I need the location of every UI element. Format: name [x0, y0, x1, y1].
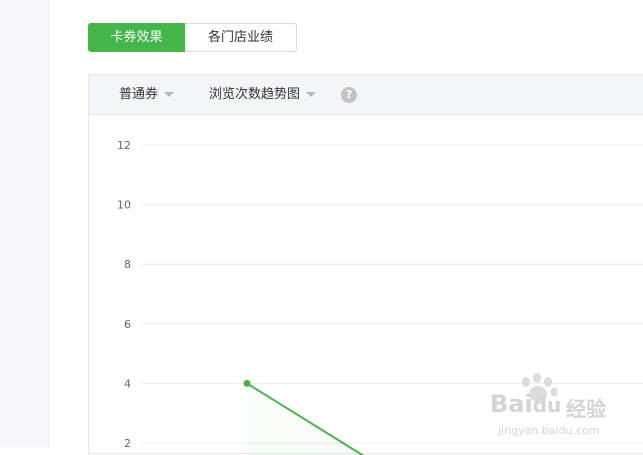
coupon-type-dropdown[interactable]: 普通券: [119, 75, 175, 114]
y-tick-label: 4: [124, 377, 131, 390]
y-tick-label: 6: [124, 318, 131, 331]
help-icon[interactable]: ?: [341, 87, 357, 103]
chevron-down-icon: [164, 92, 175, 97]
tab-store-performance[interactable]: 各门店业绩: [185, 23, 297, 52]
data-point[interactable]: [243, 379, 251, 387]
left-sidebar: [0, 0, 49, 447]
chevron-down-icon: [306, 92, 317, 97]
metric-label: 浏览次数趋势图: [209, 86, 301, 102]
watermark-suffix: 经验: [566, 397, 606, 421]
watermark-brand: Baidu: [490, 390, 562, 418]
metric-dropdown[interactable]: 浏览次数趋势图: [209, 75, 317, 114]
tab-coupon-effect[interactable]: 卡券效果: [88, 23, 185, 52]
chart-toolbar: 普通券 浏览次数趋势图 ?: [89, 75, 643, 115]
y-tick-label: 2: [124, 437, 131, 450]
coupon-type-label: 普通券: [119, 86, 159, 102]
y-tick-label: 10: [117, 199, 131, 212]
y-tick-label: 8: [124, 258, 131, 271]
watermark-url: jingyan.baidu.com: [498, 424, 600, 437]
tab-bar: 卡券效果 各门店业绩: [88, 23, 297, 52]
y-tick-label: 12: [117, 139, 131, 152]
watermark: Baidu 经验 jingyan.baidu.com: [478, 372, 643, 447]
